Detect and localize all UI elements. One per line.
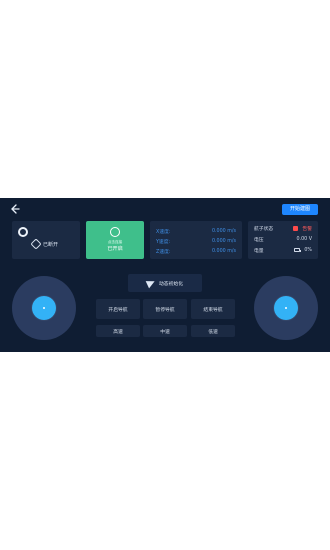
voltage-label: 电压	[254, 237, 264, 243]
battery-right: 0%	[294, 248, 312, 253]
high-speed-button[interactable]: 高速	[96, 325, 140, 337]
dynamic-init-button[interactable]: 动态初始化	[128, 274, 202, 292]
left-joystick[interactable]	[12, 276, 76, 340]
status-card: 航子状态 告警 电压 0.00 V 电量 0%	[248, 221, 318, 259]
y-speed-value: 0.000 m/s	[211, 238, 236, 244]
send-icon	[147, 279, 155, 287]
start-navigation-button[interactable]: 开启导航	[96, 299, 140, 319]
robot-avatar-inner	[20, 229, 26, 235]
x-speed-row: X速度: 0.000 m/s	[156, 227, 236, 235]
connection-card: 已断开	[12, 221, 80, 259]
x-speed-label: X速度:	[156, 229, 171, 235]
y-speed-row: Y速度: 0.000 m/s	[156, 237, 236, 245]
back-arrow-icon[interactable]	[8, 202, 22, 216]
power-card[interactable]: 点击连接 已开启	[86, 221, 144, 259]
medium-speed-button[interactable]: 中速	[143, 325, 187, 337]
robot-control-screen: 开始建图 已断开 点击连接 已开启 X速度: 0.000 m/s Y速度: 0.…	[0, 198, 330, 352]
link-icon	[30, 238, 42, 250]
start-mapping-button[interactable]: 开始建图	[282, 204, 318, 215]
y-speed-label: Y速度:	[156, 239, 171, 245]
dog-status-value: 告警	[302, 226, 312, 232]
voltage-row: 电压 0.00 V	[254, 235, 312, 243]
voltage-value: 0.00 V	[296, 236, 313, 242]
dynamic-init-label: 动态初始化	[159, 281, 183, 287]
battery-label: 电量	[254, 248, 264, 254]
pause-navigation-button[interactable]: 暂停导航	[143, 299, 187, 319]
battery-value: 0%	[304, 247, 312, 253]
speed-card: X速度: 0.000 m/s Y速度: 0.000 m/s Z速度: 0.000…	[150, 221, 242, 259]
connection-status-text: 已断开	[43, 241, 59, 248]
dog-status-label: 航子状态	[254, 226, 274, 232]
dog-status-row: 航子状态 告警	[254, 224, 312, 232]
z-speed-row: Z速度: 0.000 m/s	[156, 247, 236, 255]
x-speed-value: 0.000 m/s	[211, 228, 236, 234]
connection-status-row: 已断开	[30, 238, 59, 250]
back-arrow-svg	[11, 204, 20, 214]
power-status: 已开启	[107, 246, 123, 252]
joystick-left-icon[interactable]	[32, 296, 56, 320]
low-speed-button[interactable]: 低速	[191, 325, 235, 337]
z-speed-value: 0.000 m/s	[211, 248, 236, 254]
power-icon	[110, 227, 120, 237]
robot-avatar-icon	[18, 227, 28, 237]
alarm-icon	[293, 225, 299, 231]
battery-icon	[294, 248, 301, 252]
right-joystick[interactable]	[254, 276, 318, 340]
joystick-right-icon[interactable]	[274, 296, 298, 320]
battery-row: 电量 0%	[254, 246, 312, 254]
end-navigation-button[interactable]: 结束导航	[191, 299, 235, 319]
dog-status-right: 告警	[293, 225, 312, 232]
z-speed-label: Z速度:	[156, 249, 171, 255]
